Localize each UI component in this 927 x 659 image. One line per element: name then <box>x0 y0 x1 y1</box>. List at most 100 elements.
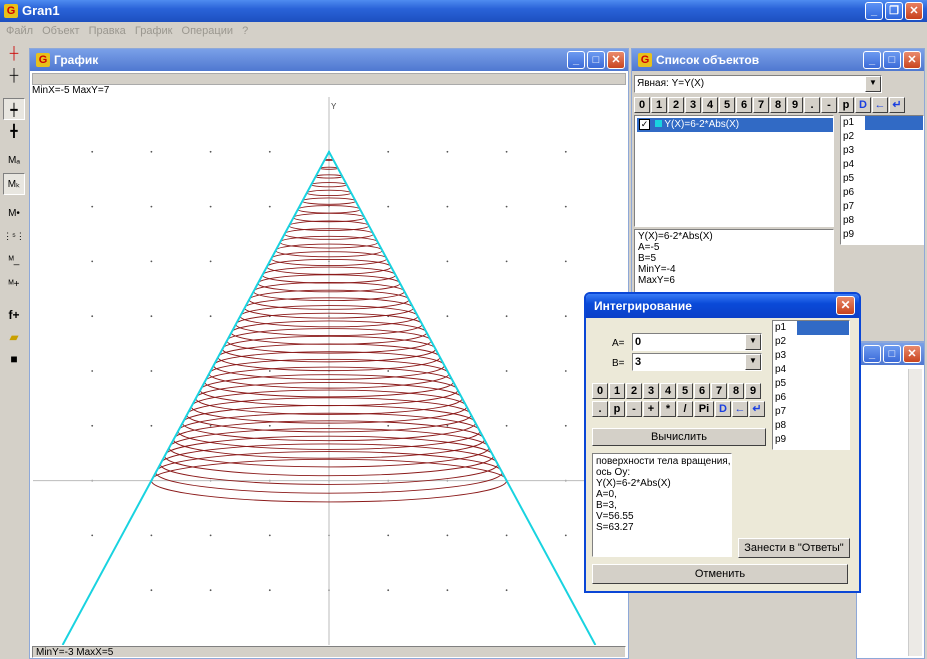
objects-keypad-key[interactable]: ↵ <box>889 97 905 113</box>
dialog-keypad-key[interactable]: * <box>660 401 676 417</box>
dialog-keypad-key[interactable]: Pi <box>694 401 714 417</box>
param-item[interactable]: p7 <box>841 200 923 214</box>
dialog-close-button[interactable]: ✕ <box>836 296 855 315</box>
dialog-keypad-key[interactable]: / <box>677 401 693 417</box>
objects-keypad-key[interactable]: 7 <box>753 97 769 113</box>
param-item[interactable]: p7 <box>773 405 849 419</box>
scale-point-icon[interactable]: M• <box>3 203 25 225</box>
menu-edit[interactable]: Правка <box>89 25 126 37</box>
minimize-button[interactable]: _ <box>865 2 883 20</box>
param-item[interactable]: p8 <box>841 214 923 228</box>
dialog-keypad-key[interactable]: ↵ <box>749 401 765 417</box>
param-item[interactable]: p4 <box>773 363 849 377</box>
param-item[interactable]: p8 <box>773 419 849 433</box>
param-value-selected[interactable] <box>797 321 849 335</box>
graph-close-button[interactable]: ✕ <box>607 51 625 69</box>
objects-keypad-key[interactable]: 4 <box>702 97 718 113</box>
dialog-keypad-key[interactable]: 1 <box>609 383 625 399</box>
param-item[interactable]: p6 <box>773 391 849 405</box>
object-type-select[interactable]: Явная: Y=Y(X) ▼ <box>634 75 882 93</box>
chevron-down-icon[interactable]: ▼ <box>865 76 881 92</box>
objects-keypad-key[interactable]: 2 <box>668 97 684 113</box>
graph-minimize-button[interactable]: _ <box>567 51 585 69</box>
zoom-out-icon[interactable]: ᴹ_ <box>3 250 25 272</box>
dialog-keypad-key[interactable]: 9 <box>745 383 761 399</box>
dialog-keypad-key[interactable]: 8 <box>728 383 744 399</box>
dialog-keypad-key[interactable]: ← <box>732 401 748 417</box>
param-item[interactable]: p1 <box>773 321 849 335</box>
open-folder-icon[interactable]: ▰ <box>3 326 25 348</box>
save-to-answers-button[interactable]: Занести в "Ответы" <box>738 538 850 558</box>
chevron-down-icon[interactable]: ▼ <box>745 334 761 350</box>
objects-keypad-key[interactable]: ← <box>872 97 888 113</box>
objects-keypad-key[interactable]: p <box>838 97 854 113</box>
objects-list[interactable]: ✓ Y(X)=6-2*Abs(X) <box>634 115 834 227</box>
dialog-keypad-key[interactable]: 7 <box>711 383 727 399</box>
dialog-keypad-key[interactable]: 4 <box>660 383 676 399</box>
param-item[interactable]: p3 <box>841 144 923 158</box>
restore-button[interactable]: ❐ <box>885 2 903 20</box>
add-point-red-icon[interactable]: ┼ <box>3 42 25 64</box>
objects-keypad-key[interactable]: D <box>855 97 871 113</box>
zoom-in-icon[interactable]: ᴹ+ <box>3 274 25 296</box>
objects-keypad-key[interactable]: . <box>804 97 820 113</box>
menu-operations[interactable]: Операции <box>182 25 233 37</box>
add-point-icon[interactable]: ┼ <box>3 64 25 86</box>
objects-params-list[interactable]: p1 p2 p3 p4 p5 p6 p7 p8 p9 <box>840 115 924 245</box>
close-button[interactable]: ✕ <box>905 2 923 20</box>
menu-file[interactable]: Файл <box>6 25 33 37</box>
compute-button[interactable]: Вычислить <box>592 428 766 446</box>
dialog-params-list[interactable]: p1 p2 p3 p4 p5 p6 p7 p8 p9 <box>772 320 850 450</box>
dialog-keypad-key[interactable]: D <box>715 401 731 417</box>
objects-keypad-key[interactable]: - <box>821 97 837 113</box>
answers-minimize-button[interactable]: _ <box>863 345 881 363</box>
scale-k-icon[interactable]: Mₖ <box>3 173 25 195</box>
scale-a-icon[interactable]: Mₐ <box>3 150 25 172</box>
add-function-icon[interactable]: f+ <box>3 304 25 326</box>
objects-keypad-key[interactable]: 5 <box>719 97 735 113</box>
cancel-button[interactable]: Отменить <box>592 564 848 584</box>
param-item[interactable]: p3 <box>773 349 849 363</box>
objects-maximize-button[interactable]: □ <box>883 51 901 69</box>
objects-minimize-button[interactable]: _ <box>863 51 881 69</box>
param-value-selected[interactable] <box>865 116 923 130</box>
answers-close-button[interactable]: ✕ <box>903 345 921 363</box>
graph-maximize-button[interactable]: □ <box>587 51 605 69</box>
param-item[interactable]: p4 <box>841 158 923 172</box>
objects-keypad-key[interactable]: 0 <box>634 97 650 113</box>
b-field[interactable]: 3 ▼ <box>632 353 762 371</box>
cross-tool-icon[interactable]: ╋ <box>3 120 25 142</box>
dialog-keypad-key[interactable]: 6 <box>694 383 710 399</box>
objects-keypad-key[interactable]: 6 <box>736 97 752 113</box>
list-item[interactable]: ✓ Y(X)=6-2*Abs(X) <box>637 118 833 132</box>
objects-keypad-key[interactable]: 3 <box>685 97 701 113</box>
param-item[interactable]: p9 <box>841 228 923 242</box>
menu-help[interactable]: ? <box>242 25 248 37</box>
scale-grid-icon[interactable]: ⋮⁵⋮ <box>3 225 25 247</box>
save-disk-icon[interactable]: ■ <box>3 348 25 370</box>
objects-close-button[interactable]: ✕ <box>903 51 921 69</box>
chevron-down-icon[interactable]: ▼ <box>745 354 761 370</box>
param-item[interactable]: p2 <box>841 130 923 144</box>
dialog-keypad-key[interactable]: . <box>592 401 608 417</box>
answers-maximize-button[interactable]: □ <box>883 345 901 363</box>
dialog-keypad-key[interactable]: 3 <box>643 383 659 399</box>
objects-keypad-key[interactable]: 9 <box>787 97 803 113</box>
objects-keypad-key[interactable]: 1 <box>651 97 667 113</box>
dialog-keypad-key[interactable]: 5 <box>677 383 693 399</box>
menu-graph[interactable]: График <box>135 25 173 37</box>
dialog-keypad-key[interactable]: p <box>609 401 625 417</box>
param-item[interactable]: p2 <box>773 335 849 349</box>
graph-plot-area[interactable]: Y <box>33 97 625 645</box>
param-item[interactable]: p5 <box>773 377 849 391</box>
dialog-keypad-key[interactable]: - <box>626 401 642 417</box>
axis-tool-icon[interactable]: ┿ <box>3 98 25 120</box>
param-item[interactable]: p9 <box>773 433 849 447</box>
dialog-keypad-key[interactable]: 0 <box>592 383 608 399</box>
menu-object[interactable]: Объект <box>42 25 79 37</box>
a-field[interactable]: 0 ▼ <box>632 333 762 351</box>
dialog-keypad-key[interactable]: 2 <box>626 383 642 399</box>
vertical-scrollbar[interactable] <box>908 369 922 656</box>
param-item[interactable]: p6 <box>841 186 923 200</box>
param-item[interactable]: p5 <box>841 172 923 186</box>
